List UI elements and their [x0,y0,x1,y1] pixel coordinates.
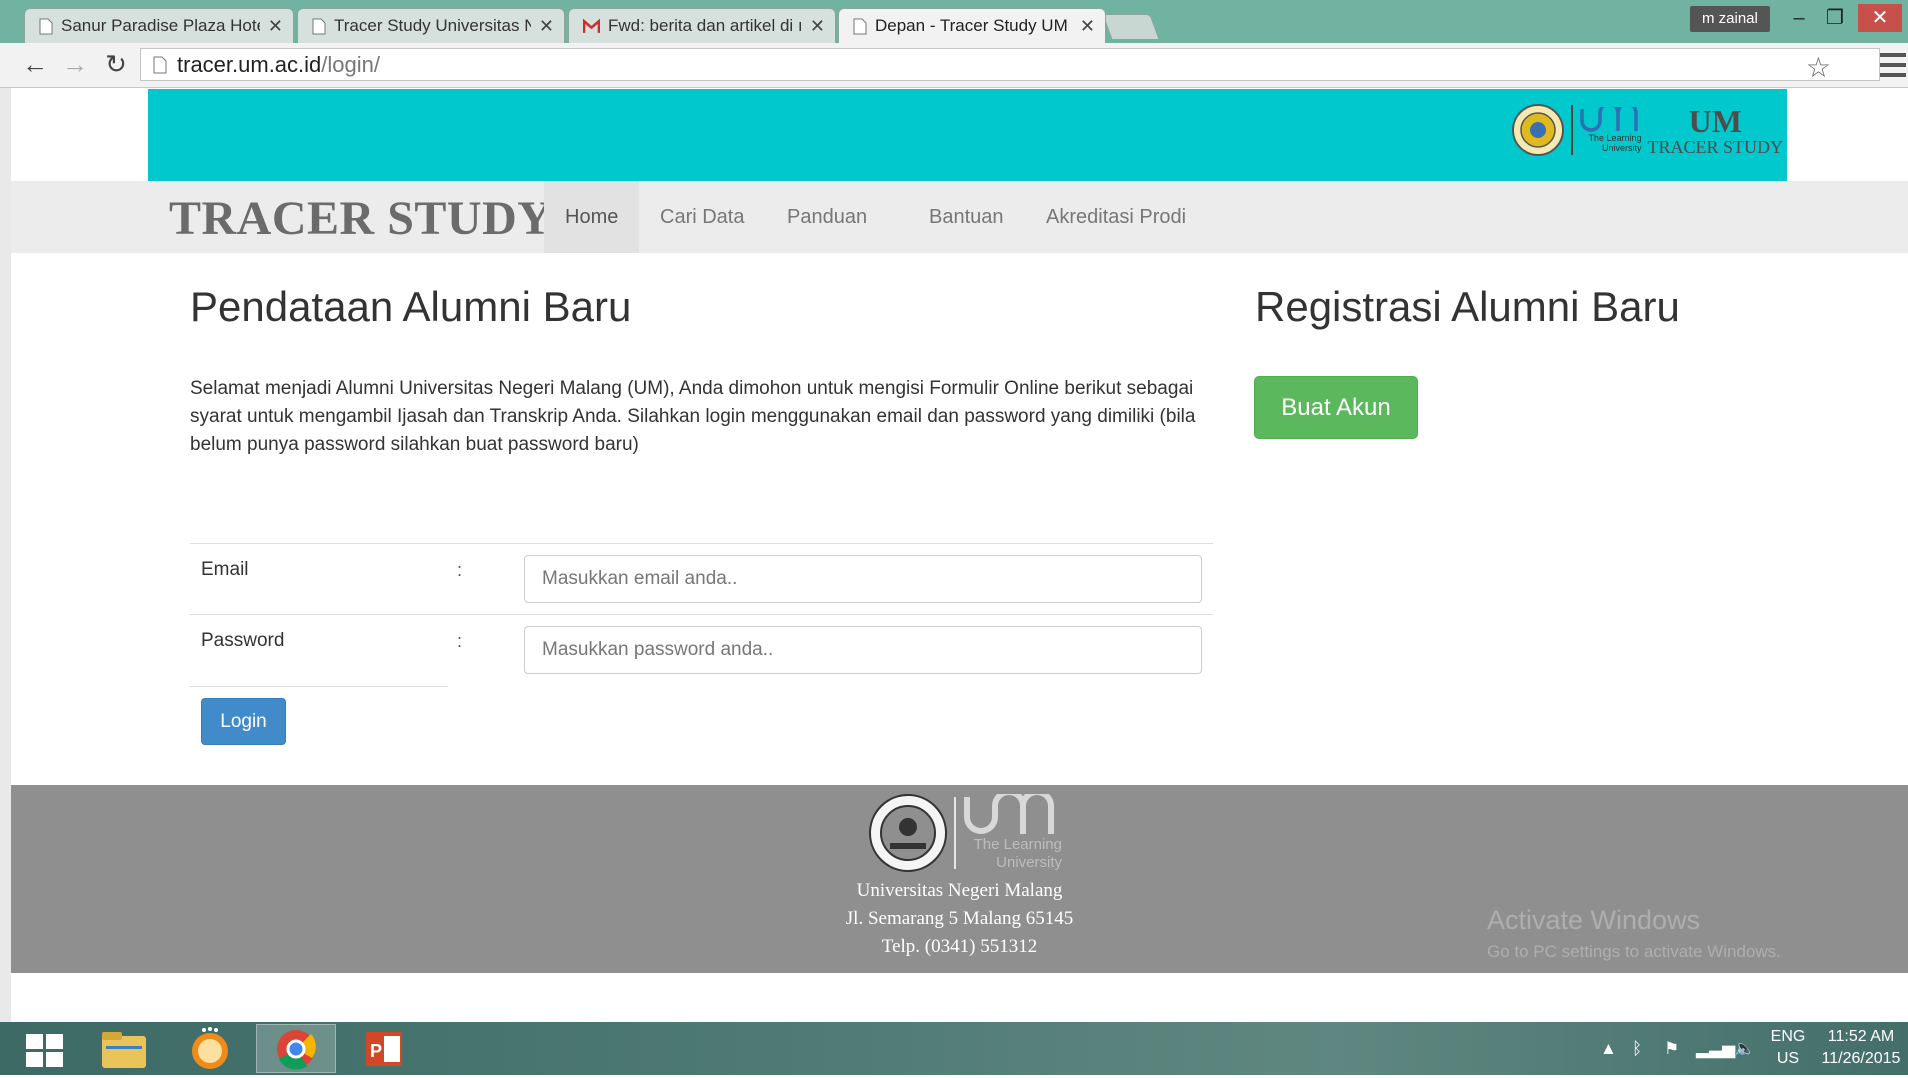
gmail-icon [583,18,600,33]
email-separator: : [457,560,463,580]
browser-toolbar: ← → ↻ tracer.um.ac.id/login/ ☆ [0,43,1908,88]
tab-sanur[interactable]: Sanur Paradise Plaza Hote ✕ [24,8,294,43]
language-code: ENG [1770,1028,1806,1045]
tab-title: Tracer Study Universitas N [334,16,531,35]
university-seal-icon [1512,104,1565,156]
footer-logo: The Learning University [868,793,1062,873]
input-language[interactable]: ENG US [1768,1026,1808,1070]
chat-app-icon[interactable] [170,1024,250,1073]
form-divider [190,686,448,687]
file-explorer-icon[interactable] [84,1024,164,1073]
bookmark-star-icon[interactable]: ☆ [1806,51,1831,84]
form-divider [190,614,1213,615]
page-gutter [0,88,11,1022]
watermark-subtitle: Go to PC settings to activate Windows. [1487,942,1781,961]
page-viewport: The Learning University UM TRACER STUDY … [11,88,1908,1022]
close-icon[interactable]: ✕ [810,16,825,37]
password-field[interactable] [524,626,1202,674]
close-icon[interactable]: ✕ [1080,16,1095,37]
um-logo: The Learning University UM TRACER STUDY [1511,103,1783,157]
tray-overflow-icon[interactable]: ▲ [1600,1039,1617,1059]
header-band: The Learning University UM TRACER STUDY [148,89,1787,181]
tab-title: Sanur Paradise Plaza Hote [61,16,260,35]
menu-icon[interactable] [1880,47,1906,83]
tab-title: Depan - Tracer Study UM [875,16,1068,35]
action-center-icon[interactable]: ⚑ [1664,1039,1679,1059]
footer-university-name: Universitas Negeri Malang [856,880,1063,901]
um-wordmark-icon [1580,107,1639,132]
logo-tracer-study-text: TRACER STUDY [1647,137,1783,157]
um-wordmark-icon [964,794,1054,834]
page-title: Pendataan Alumni Baru [190,283,632,330]
login-button[interactable]: Login [201,698,286,745]
url-path: /login/ [321,51,380,77]
back-arrow-icon[interactable]: ← [20,49,50,79]
clock-time: 11:52 AM [1827,1028,1895,1045]
restore-icon[interactable]: ❐ [1818,4,1852,32]
region-code: US [1776,1050,1800,1067]
tab-depan-tracer-study[interactable]: Depan - Tracer Study UM ✕ [838,8,1106,43]
forward-arrow-icon[interactable]: → [60,49,90,79]
logo-tagline: University [1601,143,1642,153]
tab-strip: Sanur Paradise Plaza Hote ✕ Tracer Study… [0,0,1908,43]
site-title[interactable]: TRACER STUDY [169,191,552,246]
footer-tagline: The Learning [973,836,1062,853]
nav-cari-data[interactable]: Cari Data [639,181,765,253]
volume-icon[interactable]: 🔈 [1734,1039,1755,1059]
nav-bantuan[interactable]: Bantuan [908,181,1025,253]
close-icon[interactable]: ✕ [268,16,283,37]
url-host: tracer.um.ac.id [177,51,322,77]
tab-tracer-study-universitas[interactable]: Tracer Study Universitas N ✕ [297,8,565,43]
page-bottom [11,973,1908,1022]
address-bar[interactable]: tracer.um.ac.id/login/ ☆ [140,48,1880,84]
page-icon [853,18,867,34]
password-label: Password [201,630,285,651]
page-icon [39,18,53,34]
logo-um-text: UM [1688,103,1742,139]
new-tab-button[interactable] [1102,14,1160,40]
tab-title: Fwd: berita dan artikel di ı [608,16,802,35]
activate-windows-watermark: Activate Windows Go to PC settings to ac… [1487,905,1781,962]
bluetooth-icon[interactable]: ᛒ [1632,1039,1642,1059]
form-divider [190,543,1213,544]
footer-tagline: University [996,854,1062,871]
network-signal-icon[interactable]: ▂▃▅ [1696,1039,1735,1059]
email-field[interactable] [524,555,1202,603]
intro-text: Selamat menjadi Alumni Universitas Neger… [190,378,1196,455]
profile-button[interactable]: m zainal [1690,6,1770,32]
close-window-icon[interactable]: ✕ [1858,4,1902,32]
windows-start-icon[interactable] [26,1034,64,1068]
tab-gmail[interactable]: Fwd: berita dan artikel di ı ✕ [568,8,836,43]
nav-panduan[interactable]: Panduan [766,181,888,253]
chrome-icon[interactable] [256,1024,336,1073]
nav-home[interactable]: Home [544,181,640,253]
powerpoint-icon[interactable]: P [344,1024,424,1073]
svg-text:P: P [370,1041,382,1061]
page-icon [312,18,326,34]
minimize-icon[interactable]: – [1782,4,1816,32]
page-icon [153,56,167,73]
windows-taskbar: P ▲ ᛒ ⚑ ▂▃▅ 🔈 ENG US 11:52 AM 11/26/2015 [0,1022,1908,1075]
registration-title: Registrasi Alumni Baru [1255,283,1680,330]
close-icon[interactable]: ✕ [539,16,554,37]
reload-icon[interactable]: ↻ [101,49,131,79]
clock-date: 11/26/2015 [1821,1050,1901,1067]
clock[interactable]: 11:52 AM 11/26/2015 [1818,1026,1904,1070]
nav-akreditasi-prodi[interactable]: Akreditasi Prodi [1025,181,1207,253]
main-navbar: TRACER STUDY Home Cari Data Panduan Bant… [11,181,1908,253]
password-separator: : [457,631,463,651]
create-account-button[interactable]: Buat Akun [1254,376,1418,439]
email-label: Email [201,559,249,580]
site-footer: The Learning University Universitas Nege… [11,785,1908,973]
logo-tagline: The Learning [1588,133,1642,143]
university-seal-icon [869,794,947,872]
watermark-title: Activate Windows [1487,905,1701,935]
